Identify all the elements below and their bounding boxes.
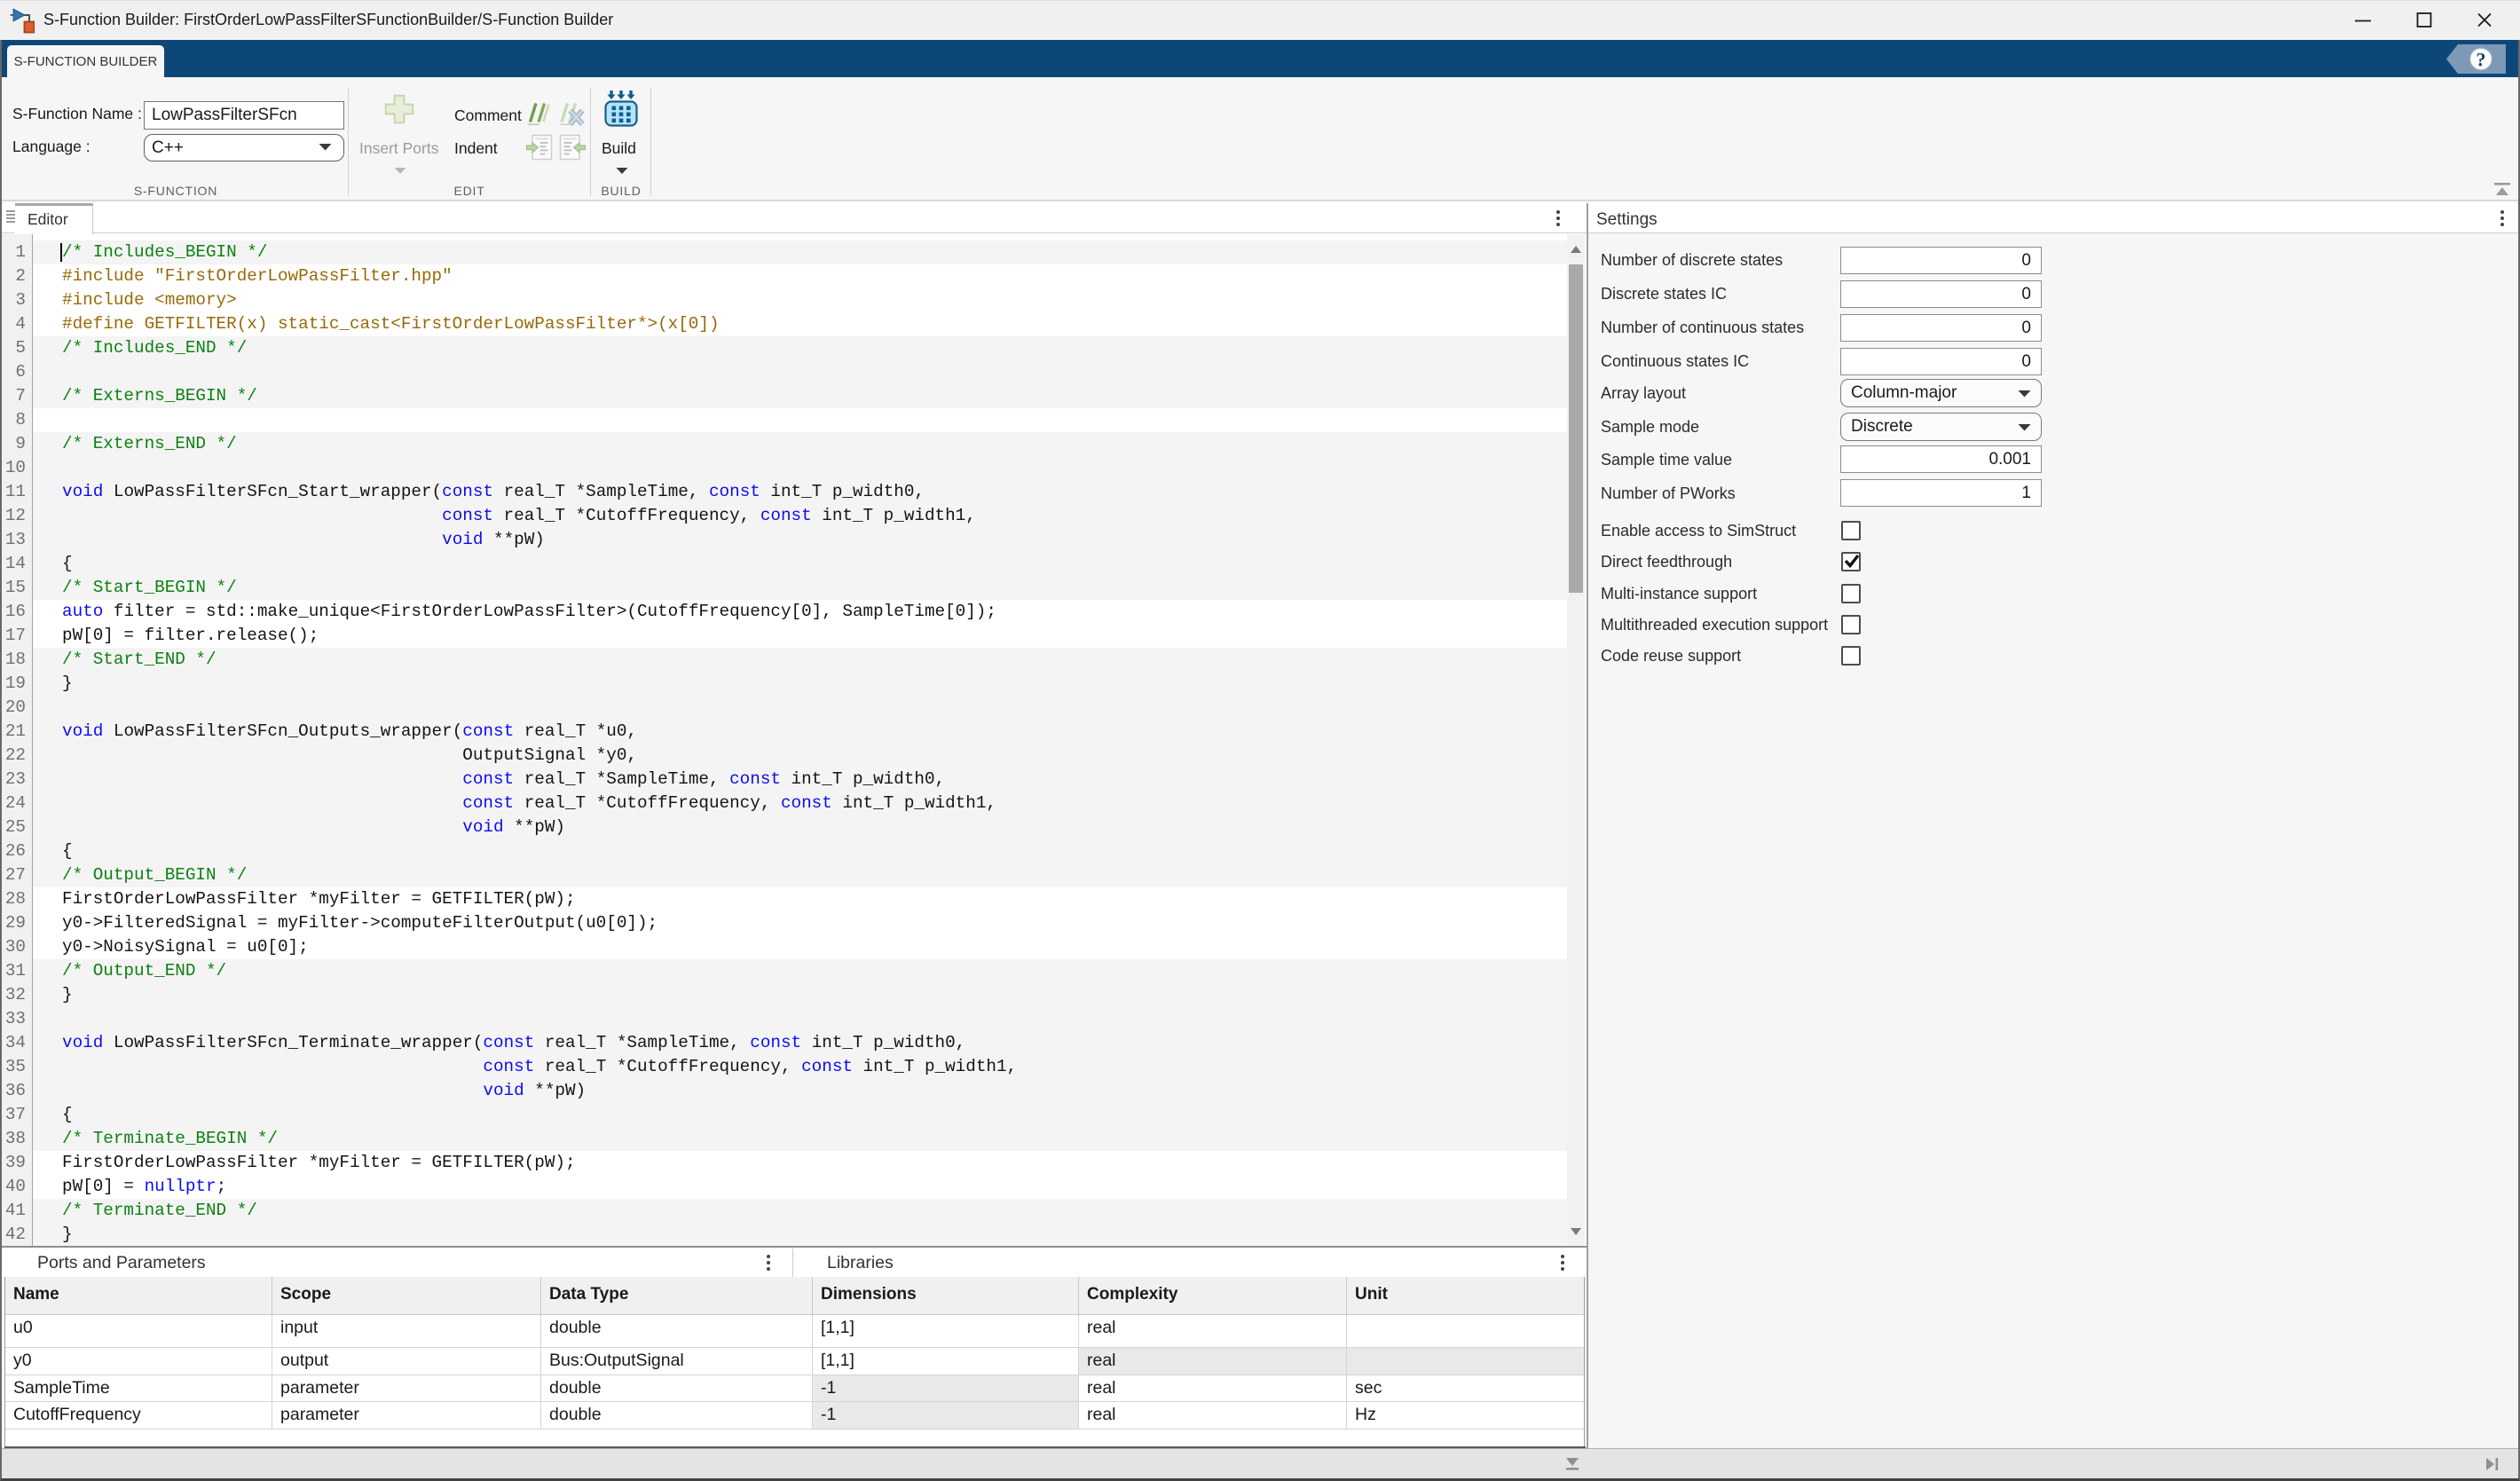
svg-text:?: ? [2477,49,2486,71]
